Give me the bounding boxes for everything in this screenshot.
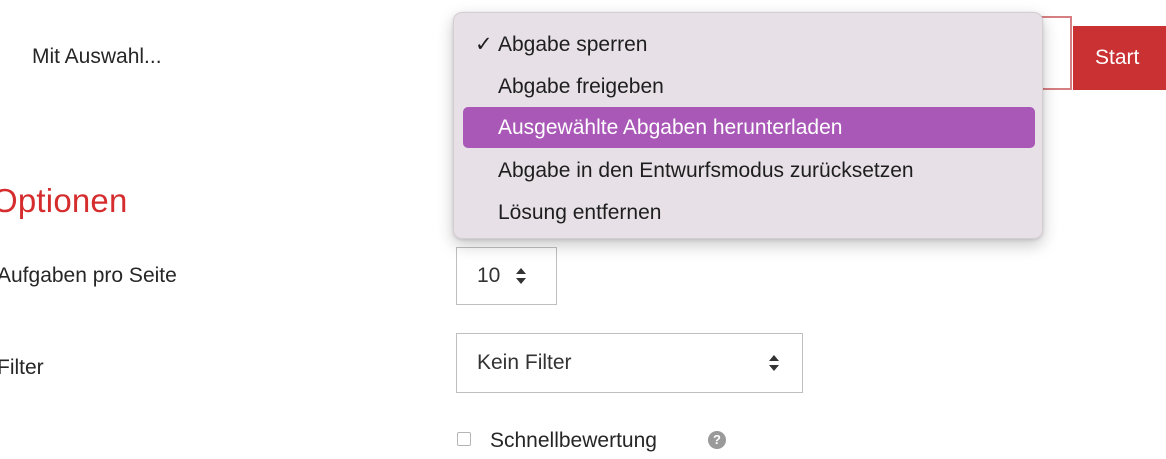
checkmark-icon: ✓	[475, 33, 493, 56]
menu-item-revert-to-draft[interactable]: Abgabe in den Entwurfsmodus zurücksetzen	[463, 150, 1035, 191]
question-circle-icon[interactable]: ?	[708, 431, 726, 449]
quickgrading-label[interactable]: Schnellbewertung	[490, 429, 657, 453]
filter-value: Kein Filter	[477, 351, 572, 374]
filter-select[interactable]: Kein Filter	[456, 333, 803, 393]
menu-item-label: Ausgewählte Abgaben herunterladen	[498, 116, 843, 139]
bulk-action-dropdown: ✓ Abgabe sperren Abgabe freigeben Ausgew…	[453, 12, 1043, 239]
options-heading: Optionen	[0, 182, 128, 219]
start-button[interactable]: Start	[1073, 26, 1166, 90]
select-arrows-icon	[516, 268, 527, 284]
menu-item-label: Abgabe freigeben	[498, 75, 664, 98]
quickgrading-checkbox[interactable]	[457, 432, 471, 446]
per-page-select[interactable]: 10	[456, 247, 557, 305]
menu-item-download-selected[interactable]: Ausgewählte Abgaben herunterladen	[463, 107, 1035, 148]
menu-item-label: Lösung entfernen	[498, 201, 662, 224]
select-arrows-icon	[769, 355, 779, 371]
bulk-action-label: Mit Auswahl...	[32, 45, 162, 68]
menu-item-label: Abgabe sperren	[498, 33, 648, 56]
menu-item-unlock-submission[interactable]: Abgabe freigeben	[463, 66, 1035, 107]
per-page-label: Aufgaben pro Seite	[0, 264, 177, 287]
filter-label: Filter	[0, 356, 44, 379]
menu-item-label: Abgabe in den Entwurfsmodus zurücksetzen	[498, 159, 914, 182]
per-page-value: 10	[477, 264, 501, 287]
menu-item-remove-submission[interactable]: Lösung entfernen	[463, 192, 1035, 233]
menu-item-lock-submission[interactable]: ✓ Abgabe sperren	[463, 24, 1035, 65]
